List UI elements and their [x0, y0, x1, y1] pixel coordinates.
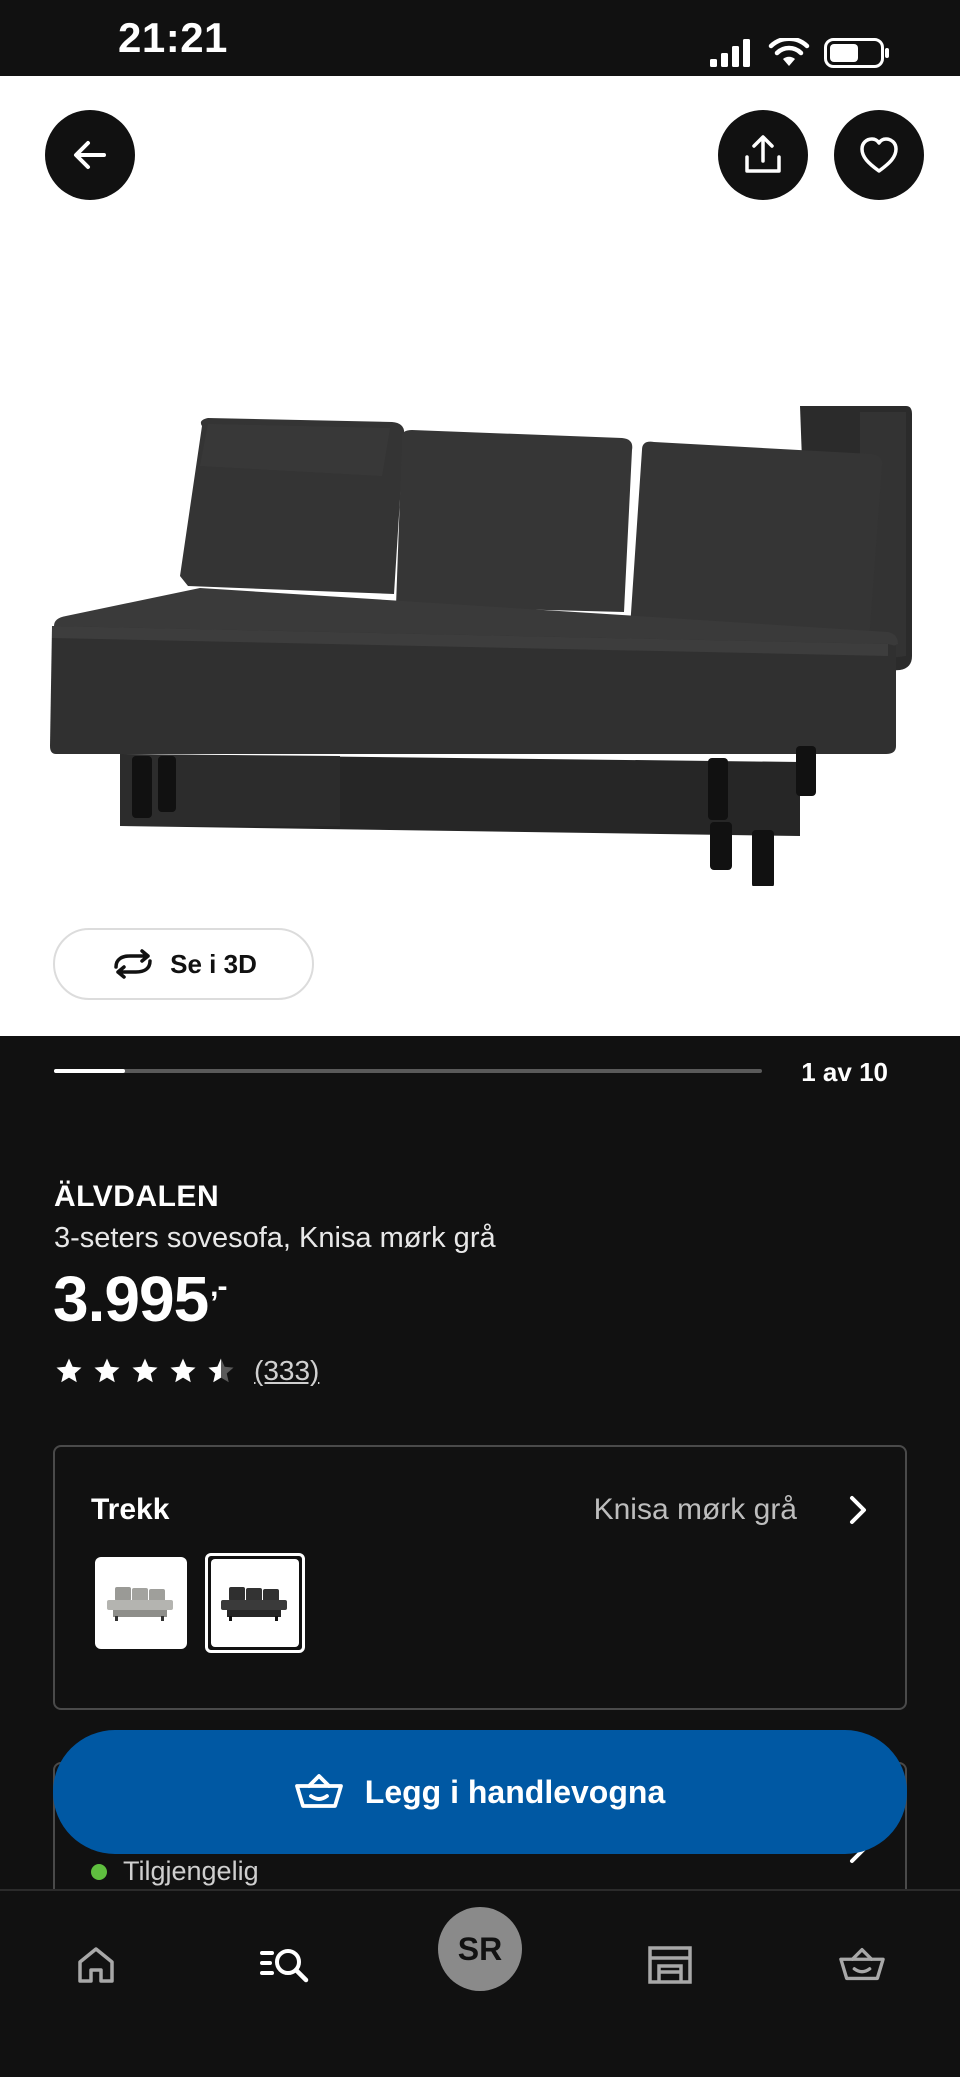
rating-row[interactable]: (333)	[54, 1355, 319, 1387]
sofa-product-image	[50, 406, 912, 886]
product-image-area[interactable]: Se i 3D	[0, 76, 960, 1036]
review-count-link[interactable]: (333)	[254, 1355, 319, 1387]
image-pager-label: 1 av 10	[801, 1057, 888, 1087]
nav-stores[interactable]	[630, 1925, 710, 2005]
product-price: 3.995,-	[53, 1262, 228, 1336]
home-icon	[78, 1947, 114, 1983]
favourite-button[interactable]	[834, 110, 924, 200]
availability-label: Tilgjengelig	[123, 1856, 259, 1886]
product-description: 3-seters sovesofa, Knisa mørk grå	[54, 1222, 496, 1254]
battery-icon	[824, 38, 889, 68]
back-button[interactable]	[45, 110, 135, 200]
add-to-cart-button[interactable]: Legg i handlevogna	[53, 1730, 907, 1854]
cover-swatch-dark-grey-image	[211, 1559, 299, 1647]
add-to-cart-label: Legg i handlevogna	[364, 1773, 666, 1810]
availability-status: Tilgjengelig	[91, 1856, 259, 1887]
image-pager-track	[54, 1069, 762, 1073]
status-time: 21:21	[118, 14, 228, 61]
basket-icon	[294, 1774, 343, 1808]
search-list-icon	[260, 1949, 309, 1983]
arrow-left-icon	[74, 141, 106, 169]
half-star-icon	[208, 1358, 234, 1383]
image-pager-fill	[54, 1069, 125, 1073]
status-bar: 21:21	[0, 0, 960, 76]
nav-search[interactable]	[246, 1925, 326, 2005]
price-suffix: ,-	[210, 1270, 227, 1303]
star-icon	[132, 1358, 158, 1383]
signal-icon	[710, 39, 750, 67]
cover-swatch-light-grey[interactable]	[95, 1557, 187, 1649]
star-icon	[94, 1358, 120, 1383]
chevron-right-icon	[850, 1496, 866, 1524]
heart-icon	[860, 137, 898, 173]
available-dot-icon	[91, 1863, 107, 1880]
light-grey-sofa-thumbnail	[107, 1587, 173, 1621]
cover-selector-card[interactable]: Trekk Knisa mørk grå	[53, 1445, 907, 1710]
bottom-navigation: SR	[0, 1889, 960, 2077]
dark-grey-sofa-thumbnail	[221, 1587, 287, 1621]
store-icon	[648, 1946, 692, 1984]
nav-profile-avatar[interactable]: SR	[438, 1907, 522, 1991]
cover-swatch-dark-grey[interactable]	[205, 1553, 305, 1653]
nav-cart[interactable]	[822, 1925, 902, 2005]
cover-title: Trekk	[91, 1493, 170, 1526]
star-icon	[56, 1358, 82, 1383]
rotate-3d-icon	[114, 949, 152, 979]
price-value: 3.995	[53, 1263, 209, 1335]
rating-stars	[54, 1356, 236, 1386]
view-3d-button[interactable]: Se i 3D	[53, 928, 314, 1000]
status-icons	[710, 38, 890, 68]
nav-home[interactable]	[56, 1925, 136, 2005]
share-icon	[745, 135, 781, 173]
cart-icon	[839, 1947, 885, 1981]
share-button[interactable]	[718, 110, 808, 200]
wifi-icon	[768, 38, 810, 66]
product-brand: ÄLVDALEN	[54, 1180, 220, 1213]
view-3d-label: Se i 3D	[170, 948, 257, 979]
star-icon	[170, 1358, 196, 1383]
cover-selected-value: Knisa mørk grå	[593, 1493, 797, 1526]
